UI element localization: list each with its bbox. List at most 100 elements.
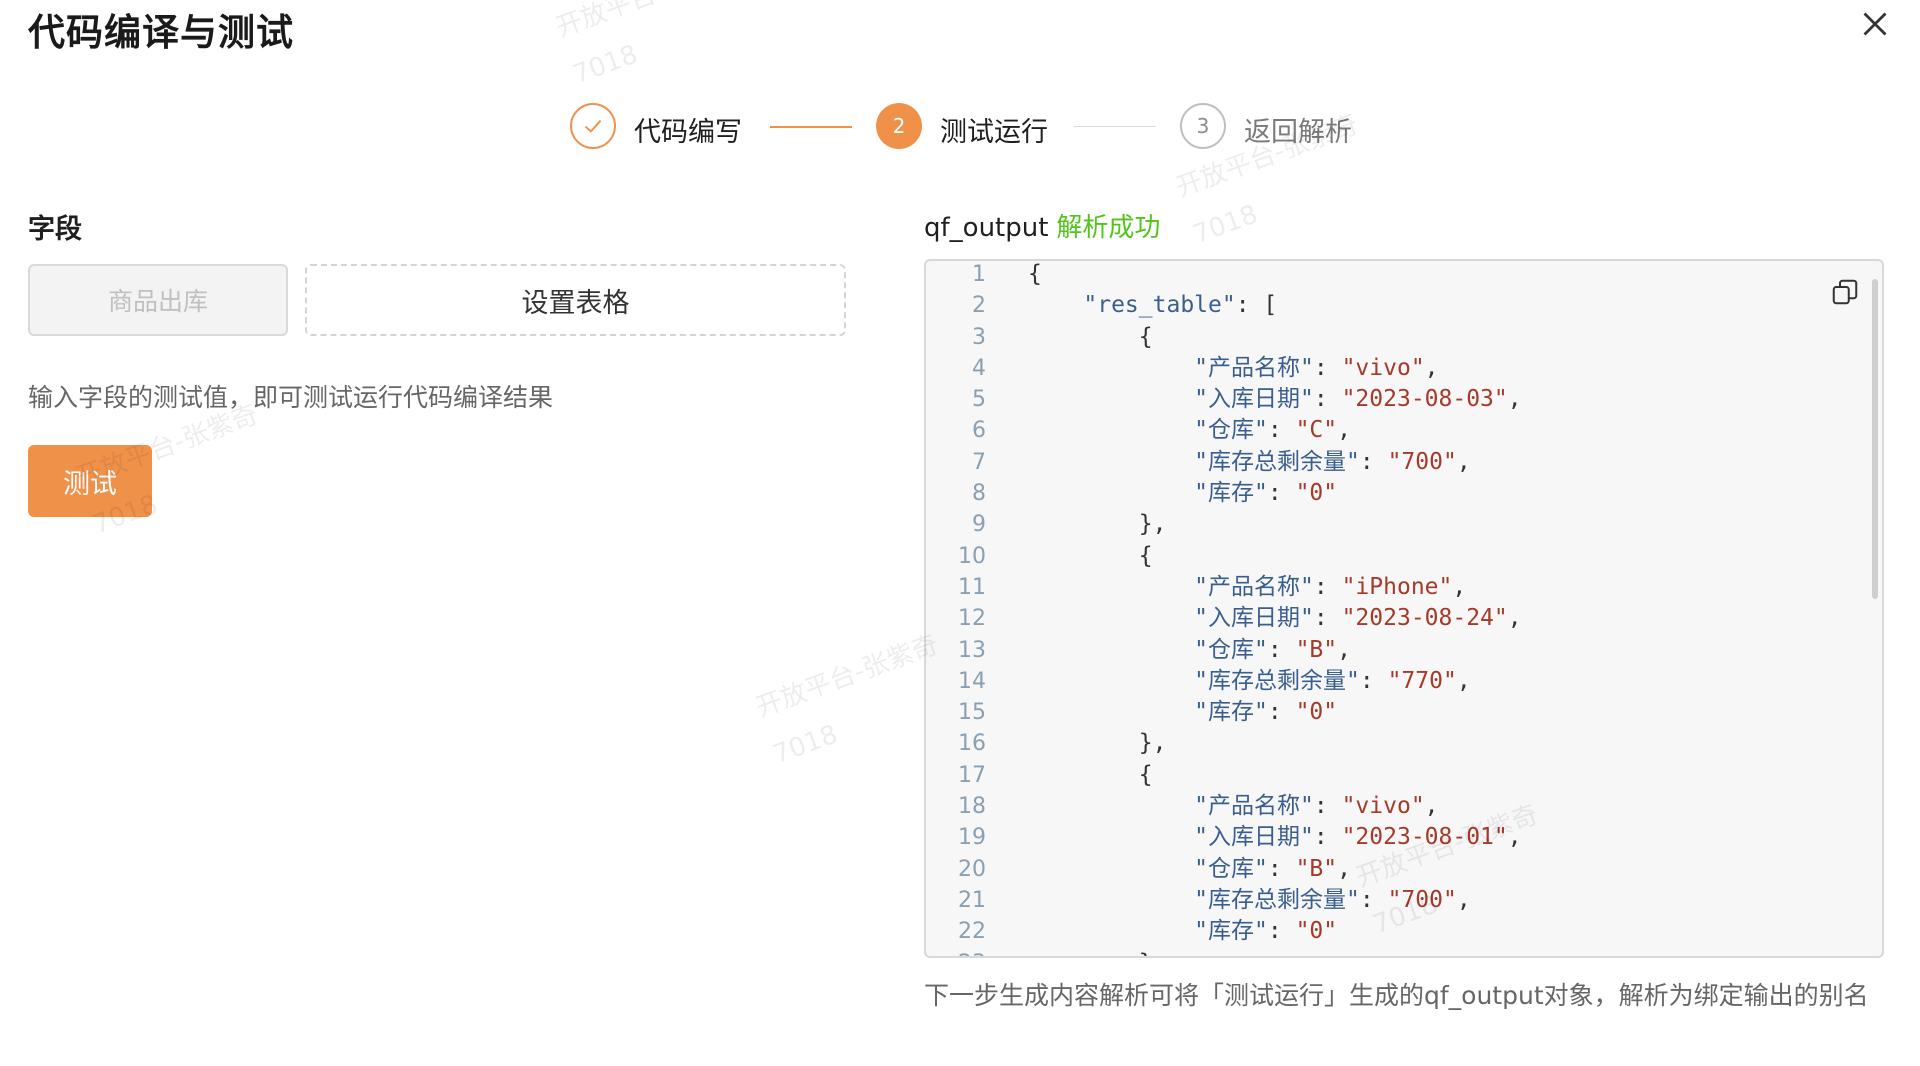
line-number: 22 bbox=[958, 919, 986, 945]
json-punct: , bbox=[1456, 448, 1471, 475]
line-number: 20 bbox=[958, 856, 986, 882]
line-number: 1 bbox=[972, 262, 986, 287]
json-punct: , bbox=[1456, 667, 1471, 694]
json-key: "入库日期" bbox=[1194, 605, 1314, 632]
json-punct: : bbox=[1267, 699, 1296, 726]
json-punct: , bbox=[1337, 855, 1351, 882]
code-text: "仓库": "B", bbox=[1028, 854, 1351, 885]
json-string: "C" bbox=[1295, 417, 1338, 444]
code-line: 20 "仓库": "B", bbox=[926, 854, 1882, 885]
json-punct: : bbox=[1267, 480, 1296, 507]
json-key: "仓库" bbox=[1194, 855, 1268, 882]
json-string: "2023-08-01" bbox=[1341, 824, 1508, 851]
json-key: "产品名称" bbox=[1194, 354, 1314, 381]
close-icon[interactable] bbox=[1857, 6, 1893, 42]
code-text: { bbox=[1028, 322, 1153, 353]
json-punct: }, bbox=[1138, 730, 1167, 757]
line-number: 15 bbox=[958, 700, 986, 726]
json-string: "0" bbox=[1295, 918, 1338, 945]
code-text: "产品名称": "vivo", bbox=[1028, 791, 1438, 822]
line-number: 6 bbox=[972, 418, 986, 444]
json-string: "2023-08-24" bbox=[1341, 605, 1508, 632]
field-name-box: 商品出库 bbox=[28, 264, 288, 336]
json-string: "700" bbox=[1387, 886, 1457, 913]
step-2-label: 测试运行 bbox=[940, 117, 1048, 148]
code-line: 21 "库存总剩余量": "700", bbox=[926, 885, 1882, 916]
line-number: 2 bbox=[972, 293, 986, 319]
json-punct: : bbox=[1313, 573, 1342, 600]
json-string: "700" bbox=[1387, 448, 1457, 475]
code-line: 14 "库存总剩余量": "770", bbox=[926, 666, 1882, 697]
code-text: "产品名称": "vivo", bbox=[1028, 353, 1438, 384]
code-line: 19 "入库日期": "2023-08-01", bbox=[926, 822, 1882, 853]
json-punct: : bbox=[1359, 448, 1388, 475]
code-text: "仓库": "B", bbox=[1028, 635, 1351, 666]
code-line: 13 "仓库": "B", bbox=[926, 635, 1882, 666]
line-number: 3 bbox=[972, 324, 986, 350]
json-key: "res_table" bbox=[1083, 292, 1236, 319]
code-text: "库存总剩余量": "700", bbox=[1028, 447, 1471, 478]
json-key: "库存" bbox=[1194, 480, 1268, 507]
json-key: "库存" bbox=[1194, 699, 1268, 726]
code-lines: 1{2 "res_table": [3 {4 "产品名称": "vivo", 5 … bbox=[926, 261, 1882, 956]
code-line: 22 "库存": "0" bbox=[926, 916, 1882, 947]
scrollbar[interactable] bbox=[1872, 279, 1878, 599]
json-punct: , bbox=[1507, 386, 1522, 413]
dialog-title: 代码编译与测试 bbox=[28, 11, 294, 54]
json-punct: : bbox=[1313, 386, 1342, 413]
line-number: 10 bbox=[958, 543, 986, 569]
code-text: "入库日期": "2023-08-24", bbox=[1028, 603, 1521, 634]
code-line: 23 } bbox=[926, 948, 1882, 956]
code-text: "库存总剩余量": "700", bbox=[1028, 885, 1471, 916]
code-text: "仓库": "C", bbox=[1028, 415, 1351, 446]
json-key: "仓库" bbox=[1194, 636, 1268, 663]
output-name: qf_output bbox=[924, 213, 1049, 243]
json-key: "入库日期" bbox=[1194, 824, 1314, 851]
json-punct: : bbox=[1313, 793, 1342, 820]
json-string: "vivo" bbox=[1341, 354, 1425, 381]
code-text: "入库日期": "2023-08-01", bbox=[1028, 822, 1521, 853]
json-key: "入库日期" bbox=[1194, 386, 1314, 413]
code-text: { bbox=[1028, 261, 1042, 290]
json-punct: , bbox=[1337, 636, 1351, 663]
json-string: "2023-08-03" bbox=[1341, 386, 1508, 413]
code-line: 18 "产品名称": "vivo", bbox=[926, 791, 1882, 822]
code-line: 12 "入库日期": "2023-08-24", bbox=[926, 603, 1882, 634]
json-punct: , bbox=[1337, 417, 1351, 444]
code-text: } bbox=[1028, 948, 1153, 956]
json-string: "0" bbox=[1295, 480, 1338, 507]
line-number: 21 bbox=[958, 887, 986, 913]
json-string: "vivo" bbox=[1341, 793, 1425, 820]
code-viewer[interactable]: 1{2 "res_table": [3 {4 "产品名称": "vivo", 5 … bbox=[924, 259, 1884, 958]
code-text: "库存": "0" bbox=[1028, 478, 1337, 509]
step-1-label: 代码编写 bbox=[634, 117, 742, 148]
test-button[interactable]: 测试 bbox=[28, 445, 152, 517]
code-text: }, bbox=[1028, 509, 1167, 540]
line-number: 23 bbox=[926, 948, 986, 956]
step-connector bbox=[1074, 126, 1156, 127]
code-text: "res_table": [ bbox=[1028, 290, 1277, 321]
json-key: "库存" bbox=[1194, 918, 1268, 945]
line-number: 18 bbox=[958, 794, 986, 820]
line-number: 4 bbox=[972, 355, 986, 381]
code-line: 11 "产品名称": "iPhone", bbox=[926, 572, 1882, 603]
json-punct: : bbox=[1359, 886, 1388, 913]
code-line: 8 "库存": "0" bbox=[926, 478, 1882, 509]
set-table-button[interactable]: 设置表格 bbox=[305, 264, 846, 336]
step-1-check-icon bbox=[570, 103, 616, 149]
code-line: 7 "库存总剩余量": "700", bbox=[926, 447, 1882, 478]
json-punct: : bbox=[1359, 667, 1388, 694]
copy-icon[interactable] bbox=[1830, 277, 1860, 307]
json-string: "iPhone" bbox=[1341, 573, 1453, 600]
code-line: 1{ bbox=[926, 261, 1882, 290]
json-string: "0" bbox=[1295, 699, 1338, 726]
code-line: 15 "库存": "0" bbox=[926, 697, 1882, 728]
json-string: "770" bbox=[1387, 667, 1457, 694]
code-line: 10 { bbox=[926, 541, 1882, 572]
json-string: "B" bbox=[1295, 855, 1338, 882]
json-punct: : bbox=[1267, 636, 1296, 663]
json-punct: , bbox=[1452, 573, 1467, 600]
parse-status: 解析成功 bbox=[1056, 213, 1161, 243]
line-number: 17 bbox=[958, 762, 986, 788]
step-3-number: 3 bbox=[1180, 103, 1226, 149]
